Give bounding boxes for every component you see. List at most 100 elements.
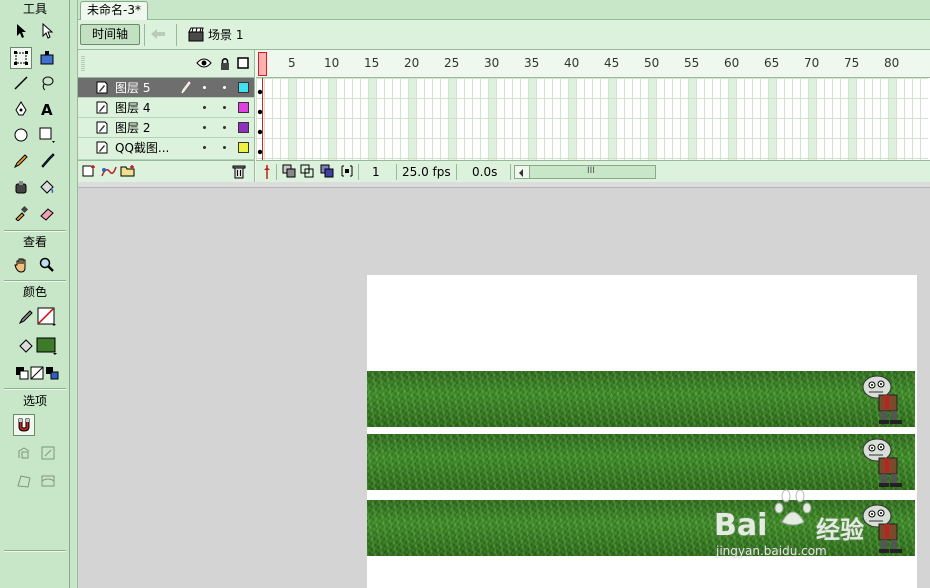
document-tab-bar: 未命名-3* bbox=[78, 0, 930, 20]
eraser-icon[interactable] bbox=[36, 202, 58, 224]
oval-tool-icon[interactable] bbox=[10, 124, 32, 146]
frames-grid[interactable]: 15101520253035404550556065707580 bbox=[256, 50, 930, 160]
timeline-panel: 图层 5 图层 4 图层 2 QQ截图... 5 10 15 20 25 30 … bbox=[78, 50, 930, 182]
edit-multiple-frames-icon[interactable] bbox=[320, 164, 334, 181]
lock-dot[interactable] bbox=[223, 106, 226, 109]
frame-ruler[interactable]: 15101520253035404550556065707580 bbox=[256, 50, 930, 78]
envelope-icon bbox=[37, 470, 59, 492]
current-frame-field[interactable]: 1 bbox=[372, 164, 380, 180]
rectangle-tool-icon[interactable] bbox=[36, 124, 58, 146]
toolbox-divider bbox=[4, 550, 66, 552]
visibility-dot[interactable] bbox=[203, 146, 206, 149]
paint-bucket-icon[interactable] bbox=[36, 176, 58, 198]
layer-row[interactable]: QQ截图... bbox=[78, 138, 255, 160]
editbar-separator bbox=[176, 24, 177, 46]
stroke-color-swatch[interactable] bbox=[36, 306, 58, 328]
layer-row[interactable]: 图层 4 bbox=[78, 98, 255, 118]
add-motion-guide-icon[interactable] bbox=[100, 164, 118, 181]
scene-clapper-icon bbox=[188, 27, 204, 45]
status-separator bbox=[358, 164, 359, 180]
swap-colors-icon[interactable] bbox=[41, 362, 63, 384]
lock-dot[interactable] bbox=[223, 146, 226, 149]
snap-magnet-icon[interactable] bbox=[13, 414, 35, 436]
gradient-transform-icon[interactable] bbox=[36, 47, 58, 69]
timeline-status-bar: 1 25.0 fps 0.0s III bbox=[256, 160, 930, 182]
status-separator bbox=[396, 164, 397, 180]
frame-rate-field[interactable]: 25.0 fps bbox=[402, 164, 451, 180]
insert-folder-icon[interactable] bbox=[120, 164, 136, 181]
scale-icon bbox=[37, 442, 59, 464]
layer-row[interactable]: 图层 5 bbox=[78, 78, 255, 98]
layer-footer bbox=[78, 160, 255, 182]
frame-ruler-number: 15 bbox=[364, 56, 380, 70]
outline-color-swatch[interactable] bbox=[238, 82, 249, 93]
show-hide-eye-icon[interactable] bbox=[196, 57, 212, 72]
timeline-toggle-button[interactable]: 时间轴 bbox=[80, 24, 140, 45]
modify-onion-markers-icon[interactable] bbox=[340, 164, 354, 181]
text-tool-icon[interactable]: A bbox=[36, 98, 58, 120]
frame-ruler-number: 10 bbox=[324, 56, 340, 70]
scroll-thumb-grip: III bbox=[587, 166, 595, 176]
free-transform-icon[interactable] bbox=[10, 47, 32, 69]
line-tool-icon[interactable] bbox=[10, 72, 32, 94]
toolbox-gutter bbox=[70, 0, 78, 588]
insert-layer-icon[interactable] bbox=[82, 164, 98, 181]
lock-dot[interactable] bbox=[223, 86, 226, 89]
elapsed-time-field: 0.0s bbox=[472, 165, 498, 179]
document-tab[interactable]: 未命名-3* bbox=[80, 1, 148, 20]
layer-page-icon bbox=[96, 81, 108, 97]
brush-tool-icon[interactable] bbox=[36, 150, 58, 172]
visibility-dot[interactable] bbox=[203, 126, 206, 129]
layer-header bbox=[78, 50, 255, 78]
visibility-dot[interactable] bbox=[203, 106, 206, 109]
watermark-brand-suffix: 经验 bbox=[816, 516, 864, 544]
outline-color-swatch[interactable] bbox=[238, 142, 249, 153]
pencil-tool-icon[interactable] bbox=[10, 150, 32, 172]
timeline-horizontal-scrollbar[interactable]: III bbox=[514, 165, 656, 179]
frame-ruler-number: 45 bbox=[604, 56, 620, 70]
grass-strip-image[interactable] bbox=[367, 434, 915, 490]
frame-ruler-number: 70 bbox=[804, 56, 820, 70]
onion-skin-outlines-icon[interactable] bbox=[300, 164, 314, 181]
rotate-skew-icon bbox=[13, 442, 35, 464]
scene-label[interactable]: 场景 1 bbox=[208, 27, 243, 43]
frame-ruler-number: 60 bbox=[724, 56, 740, 70]
outline-toggle-icon[interactable] bbox=[237, 57, 249, 72]
frame-ruler-number: 40 bbox=[564, 56, 580, 70]
fill-color-bucket-icon bbox=[15, 335, 37, 357]
zoom-tool-icon[interactable] bbox=[36, 254, 58, 276]
center-frame-icon[interactable] bbox=[262, 164, 272, 183]
status-separator bbox=[456, 164, 457, 180]
visibility-dot[interactable] bbox=[203, 86, 206, 89]
layer-row[interactable]: 图层 2 bbox=[78, 118, 255, 138]
ink-bottle-icon[interactable] bbox=[10, 176, 32, 198]
hand-tool-icon[interactable] bbox=[10, 254, 32, 276]
eyedropper-icon[interactable] bbox=[10, 202, 32, 224]
layer-page-icon bbox=[96, 121, 108, 137]
back-arrow-icon[interactable] bbox=[150, 28, 166, 43]
scroll-left-arrow-icon[interactable] bbox=[517, 167, 525, 181]
layer-name: QQ截图... bbox=[115, 141, 170, 155]
lasso-icon[interactable] bbox=[36, 72, 58, 94]
outline-color-swatch[interactable] bbox=[238, 122, 249, 133]
delete-layer-trash-icon[interactable] bbox=[232, 164, 246, 182]
playhead[interactable] bbox=[258, 52, 267, 76]
scroll-thumb[interactable]: III bbox=[529, 166, 655, 178]
stage-workspace[interactable]: Bai 经验 jingyan.baidu.com bbox=[78, 188, 930, 588]
options-section-title: 选项 bbox=[22, 394, 47, 408]
pen-tool-icon[interactable] bbox=[10, 98, 32, 120]
lock-icon[interactable] bbox=[219, 57, 231, 73]
onion-skin-icon[interactable] bbox=[282, 164, 296, 181]
layer-name: 图层 2 bbox=[115, 121, 151, 135]
panel-grip-icon[interactable] bbox=[81, 56, 85, 75]
selection-arrow-icon[interactable] bbox=[10, 20, 32, 42]
grass-strip-image[interactable] bbox=[367, 371, 915, 427]
subselection-arrow-icon[interactable] bbox=[36, 20, 58, 42]
outline-color-swatch[interactable] bbox=[238, 102, 249, 113]
fill-color-swatch[interactable] bbox=[36, 335, 58, 357]
distort-icon bbox=[13, 470, 35, 492]
colors-section-title: 颜色 bbox=[22, 285, 47, 299]
toolbox-divider bbox=[4, 388, 66, 390]
frame-ruler-number: 75 bbox=[844, 56, 860, 70]
lock-dot[interactable] bbox=[223, 126, 226, 129]
